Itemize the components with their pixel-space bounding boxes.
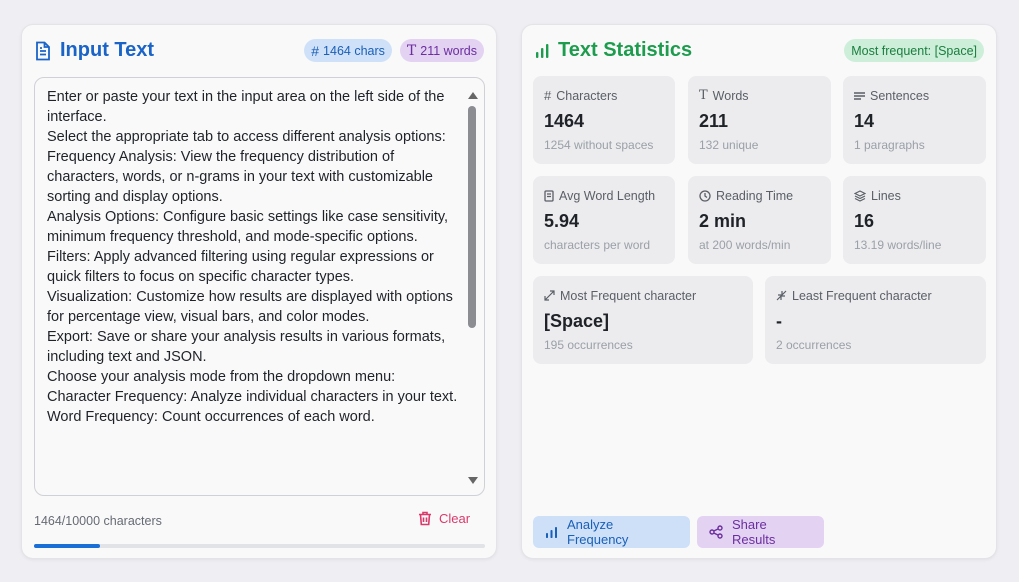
stat-lines: Lines 16 13.19 words/line [843,176,986,264]
stats-badges: Most frequent: [Space] [844,39,984,62]
text-input-line: Export: Save or share your analysis resu… [47,329,446,365]
stat-words-label: Words [712,88,749,103]
input-panel-title: Input Text [60,39,155,61]
stat-reading-time: Reading Time 2 min at 200 words/min [688,176,831,264]
stat-most-frequent-sub: 195 occurrences [544,338,633,352]
stat-characters-value: 1464 [544,111,585,131]
input-badges: # 1464 chars T 211 words [304,39,484,62]
text-input-line: Select the appropriate tab to access dif… [47,129,446,145]
scroll-up-arrow-icon[interactable] [468,92,478,99]
stat-sentences: Sentences 14 1 paragraphs [843,76,986,164]
stats-panel-title: Text Statistics [558,39,693,61]
hash-icon: # [311,42,320,59]
stat-words-value: 211 [699,111,729,131]
text-input-line: Word Frequency: Count occurrences of eac… [47,409,375,425]
stats-panel-header: Text Statistics [534,39,692,62]
trash-icon [418,511,432,526]
clear-button-label: Clear [439,511,471,526]
text-input-line: Analysis Options: Configure basic settin… [47,209,449,245]
text-input-line: Filters: Apply advanced filtering using … [47,249,434,285]
stat-sentences-sub: 1 paragraphs [854,138,925,152]
char-count-badge-label: 1464 chars [323,43,385,58]
stat-least-frequent-value: - [776,311,782,331]
stat-least-frequent: Least Frequent character - 2 occurrences [765,276,986,364]
stat-characters-sub: 1254 without spaces [544,138,654,152]
document-icon [34,41,52,61]
stat-reading-time-value: 2 min [699,211,747,231]
stat-least-frequent-label: Least Frequent character [792,288,932,303]
stat-words: T Words 211 132 unique [688,76,831,164]
char-limit-progress-bar [34,544,485,548]
stat-avg-word-length-value: 5.94 [544,211,580,231]
layers-icon [854,189,866,202]
text-input-content[interactable]: Enter or paste your text in the input ar… [47,87,465,427]
stat-sentences-label: Sentences [870,88,930,103]
stat-reading-time-sub: at 200 words/min [699,238,791,252]
bar-chart-icon [534,43,550,59]
clear-button[interactable]: Clear [418,511,470,526]
bar-chart-icon [545,526,558,539]
text-input-line: Visualization: Customize how results are… [47,289,453,325]
lines-icon [854,91,865,101]
stat-characters: # Characters 1464 1254 without spaces [533,76,675,164]
analyze-frequency-button[interactable]: Analyze Frequency [533,516,690,548]
stat-avg-word-length: Avg Word Length 5.94 characters per word [533,176,675,264]
stat-reading-time-label: Reading Time [716,188,794,203]
char-limit-counter: 1464/10000 characters [34,514,162,528]
stat-avg-word-length-sub: characters per word [544,238,651,252]
clock-icon [699,189,711,202]
collapse-arrows-icon [776,290,787,301]
text-icon: T [406,42,417,59]
word-count-badge: T 211 words [399,39,484,62]
hash-icon: # [544,88,552,103]
share-results-button[interactable]: Share Results [697,516,824,548]
stat-least-frequent-sub: 2 occurrences [776,338,852,352]
textarea-scrollbar[interactable] [466,86,480,486]
stat-lines-value: 16 [854,211,875,231]
expand-arrows-icon [544,290,555,301]
char-count-badge: # 1464 chars [304,39,392,62]
book-icon [544,189,554,202]
input-text-panel: Input Text # 1464 chars T 211 words Ente… [21,24,497,559]
char-limit-progress-fill [34,544,101,548]
word-count-badge-label: 211 words [420,43,477,58]
input-panel-header: Input Text [34,39,154,62]
stat-sentences-value: 14 [854,111,875,131]
stat-words-sub: 132 unique [699,138,759,152]
share-icon [709,525,723,539]
scrollbar-thumb[interactable] [468,106,476,328]
text-input-line: Character Frequency: Analyze individual … [47,389,458,405]
most-frequent-badge: Most frequent: [Space] [844,39,984,62]
text-input-line: Choose your analysis mode from the dropd… [47,369,396,385]
stat-characters-label: Characters [556,88,618,103]
stat-lines-label: Lines [871,188,901,203]
stat-most-frequent: Most Frequent character [Space] 195 occu… [533,276,753,364]
stat-most-frequent-value: [Space] [544,311,610,331]
text-input-area[interactable]: Enter or paste your text in the input ar… [34,77,485,496]
stat-most-frequent-label: Most Frequent character [560,288,697,303]
text-input-line: Frequency Analysis: View the frequency d… [47,149,433,205]
stat-avg-word-length-label: Avg Word Length [559,188,656,203]
analyze-frequency-label: Analyze Frequency [567,517,629,547]
text-icon: T [699,88,708,103]
scroll-down-arrow-icon[interactable] [468,477,478,484]
text-input-line: Enter or paste your text in the input ar… [47,89,445,125]
share-results-label: Share Results [732,517,776,547]
text-statistics-panel: Text Statistics Most frequent: [Space] #… [521,24,997,559]
stat-lines-sub: 13.19 words/line [854,238,942,252]
